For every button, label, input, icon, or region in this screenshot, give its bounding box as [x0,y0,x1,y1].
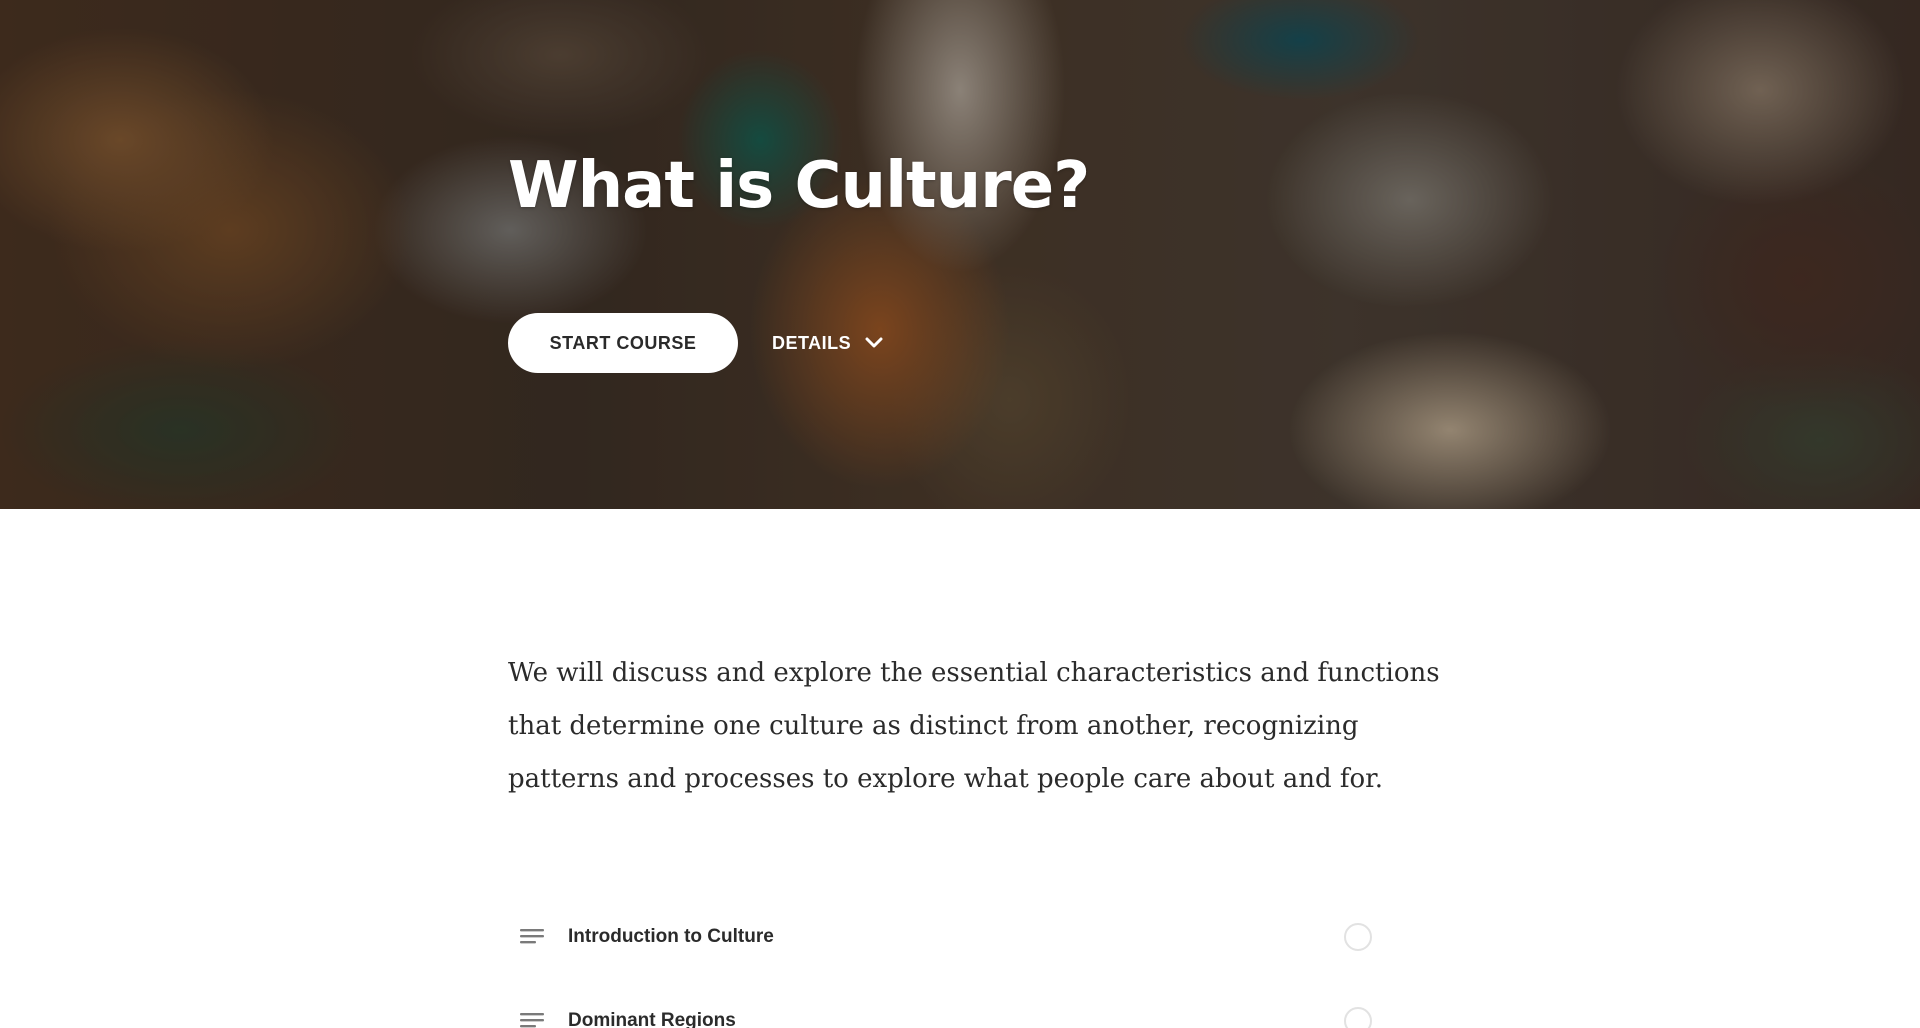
lesson-item[interactable]: Dominant Regions [508,979,1372,1028]
lesson-status-indicator [1344,1007,1372,1028]
course-description: We will discuss and explore the essentia… [508,658,1440,794]
hero-overlay [0,0,1920,509]
details-label: DETAILS [772,332,852,353]
lesson-status-indicator [1344,923,1372,951]
text-lines-icon [520,927,544,947]
details-toggle[interactable]: DETAILS [772,313,883,373]
start-course-button[interactable]: START COURSE [508,313,738,373]
chevron-down-icon [865,337,883,349]
lesson-title: Dominant Regions [568,1010,736,1028]
lesson-item[interactable]: Introduction to Culture [508,895,1372,979]
text-lines-icon [520,1011,544,1028]
course-overview: We will discuss and explore the essentia… [0,509,1920,1028]
course-hero: What is Culture? START COURSE DETAILS [0,0,1920,509]
course-title: What is Culture? [508,149,1090,223]
lesson-list: Introduction to Culture Dominant Regions [508,895,1372,1028]
lesson-title: Introduction to Culture [568,926,774,947]
